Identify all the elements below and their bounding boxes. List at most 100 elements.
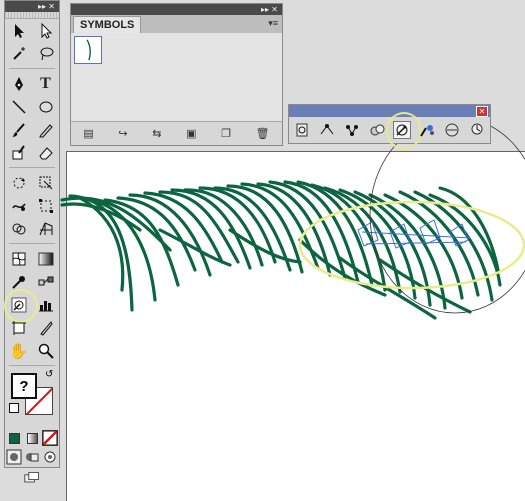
break-link-icon[interactable]: ⇆ <box>152 127 161 140</box>
blob-brush-icon <box>12 144 25 159</box>
draw-behind-button[interactable] <box>23 447 41 467</box>
symbol-stainer-icon <box>420 125 435 137</box>
eraser-tool[interactable] <box>36 143 56 163</box>
lasso-tool[interactable] <box>36 44 56 64</box>
symbol-libraries-menu-icon[interactable]: ▤ <box>83 127 93 140</box>
artboard-icon <box>11 320 26 335</box>
brush-icon <box>11 122 25 137</box>
line-segment-tool[interactable] <box>9 97 29 117</box>
warp-tool[interactable] <box>9 196 29 216</box>
draw-inside-button[interactable] <box>41 447 59 467</box>
slice-tool[interactable] <box>36 318 56 338</box>
tools-panel-titlebar[interactable]: ▸▸ ✕ <box>5 1 59 12</box>
draw-behind-icon <box>26 453 39 462</box>
symbol-sizer-button[interactable] <box>368 121 386 139</box>
free-transform-tool[interactable] <box>36 196 56 216</box>
place-symbol-instance-icon[interactable]: ↪ <box>118 127 127 140</box>
selection-tool[interactable] <box>9 21 29 41</box>
pencil-tool[interactable] <box>36 120 56 140</box>
symbols-panel-controls[interactable]: ▸▸ ✕ <box>261 5 278 14</box>
pen-tool[interactable] <box>9 74 29 94</box>
eraser-icon <box>38 146 53 159</box>
draw-inside-icon <box>44 451 56 463</box>
arrow-icon <box>14 23 24 38</box>
new-symbol-icon[interactable]: ❐ <box>221 127 231 140</box>
blob-brush-tool[interactable] <box>9 143 29 163</box>
rotate-tool[interactable] <box>9 173 29 193</box>
color-mode-button[interactable] <box>5 428 23 448</box>
symbol-styler-button[interactable] <box>468 121 486 139</box>
symbol-spinner-button[interactable] <box>386 112 423 150</box>
type-icon: T <box>40 74 51 92</box>
symbol-options-icon[interactable]: ▣ <box>186 127 196 140</box>
gradient-tool[interactable] <box>36 249 56 269</box>
ellipse-icon <box>39 101 52 112</box>
tab-symbols-label: SYMBOLS <box>80 19 135 31</box>
fill-stroke-control: ? ↺ <box>5 369 59 429</box>
symbols-panel-footer: ▤ ↪ ⇆ ▣ ❐ 🗑 <box>71 122 282 144</box>
type-tool[interactable]: T <box>36 74 56 94</box>
hand-icon: ✋ <box>9 342 28 360</box>
none-mode-button[interactable] <box>41 428 59 448</box>
shape-builder-icon <box>12 223 25 234</box>
draw-normal-button[interactable] <box>5 447 23 467</box>
symbols-panel: ▸▸ ✕ SYMBOLS ▾≡ ▤ ↪ ⇆ ▣ ❐ 🗑 <box>70 3 283 146</box>
tab-symbols[interactable]: SYMBOLS <box>73 16 142 33</box>
hand-tool[interactable]: ✋ <box>9 341 29 361</box>
ellipse-tool[interactable] <box>36 97 56 117</box>
panel-menu-icon[interactable]: ▾≡ <box>268 18 278 29</box>
symbol-shifter-icon <box>320 124 334 135</box>
fern-stroke-symbol-icon <box>86 39 91 61</box>
zoom-tool[interactable] <box>36 341 56 361</box>
warp-icon <box>11 203 26 211</box>
symbol-screener-icon <box>445 123 459 137</box>
lasso-icon <box>40 47 53 60</box>
symbolism-tools-titlebar[interactable]: ✕ <box>289 105 490 117</box>
symbols-tab-bar: SYMBOLS ▾≡ <box>71 15 282 33</box>
screen-mode-button[interactable] <box>22 468 42 488</box>
white-arrow-icon <box>41 22 52 39</box>
blend-tool[interactable] <box>36 272 56 292</box>
symbol-scruncher-button[interactable] <box>343 121 361 139</box>
gradient-swatch-icon <box>26 432 38 444</box>
swap-fill-stroke-icon[interactable]: ↺ <box>45 369 53 380</box>
tools-panel-controls[interactable]: ▸▸ ✕ <box>38 2 55 11</box>
default-fill-stroke-icon[interactable] <box>9 403 19 413</box>
mesh-tool[interactable] <box>9 249 29 269</box>
symbol-sprayer-button[interactable] <box>293 121 311 139</box>
slice-icon <box>39 320 53 336</box>
magic-wand-tool[interactable] <box>9 44 29 64</box>
symbol-stainer-button[interactable] <box>418 121 436 139</box>
gradient-mode-button[interactable] <box>23 428 41 448</box>
delete-symbol-icon[interactable]: 🗑 <box>256 127 270 140</box>
magic-wand-icon <box>12 46 25 60</box>
artboard-tool[interactable] <box>9 318 29 338</box>
direct-selection-tool[interactable] <box>36 21 56 41</box>
eyedropper-icon <box>11 275 25 289</box>
symbols-list <box>71 33 282 122</box>
tools-panel: ▸▸ ✕ T ✋ ? ↺ <box>3 0 60 483</box>
tools-panel-grip[interactable] <box>5 12 59 19</box>
symbol-thumbnail-fern-stroke[interactable] <box>74 36 102 64</box>
scale-tool[interactable] <box>36 173 56 193</box>
symbol-screener-button[interactable] <box>443 121 461 139</box>
rotate-icon <box>13 177 25 188</box>
paintbrush-tool[interactable] <box>9 120 29 140</box>
symbol-sprayer-tool[interactable] <box>3 288 38 323</box>
fill-swatch[interactable]: ? <box>11 373 37 399</box>
active-tool-highlight-circle <box>386 112 423 150</box>
close-icon[interactable]: ✕ <box>476 106 488 117</box>
shape-builder-tool[interactable] <box>9 219 29 239</box>
symbol-shifter-button[interactable] <box>318 121 336 139</box>
symbols-panel-titlebar[interactable]: ▸▸ ✕ <box>71 4 282 15</box>
perspective-grid-tool[interactable] <box>36 219 56 239</box>
gradient-icon <box>38 252 53 265</box>
symbol-styler-icon <box>471 123 483 135</box>
column-graph-tool[interactable] <box>36 295 56 315</box>
blend-icon <box>38 276 53 285</box>
pencil-icon <box>38 123 53 137</box>
draw-normal-icon <box>6 449 22 465</box>
fill-indicator-label: ? <box>19 377 29 395</box>
symbol-sprayer-icon <box>296 123 308 137</box>
symbol-sizer-icon <box>370 124 385 136</box>
